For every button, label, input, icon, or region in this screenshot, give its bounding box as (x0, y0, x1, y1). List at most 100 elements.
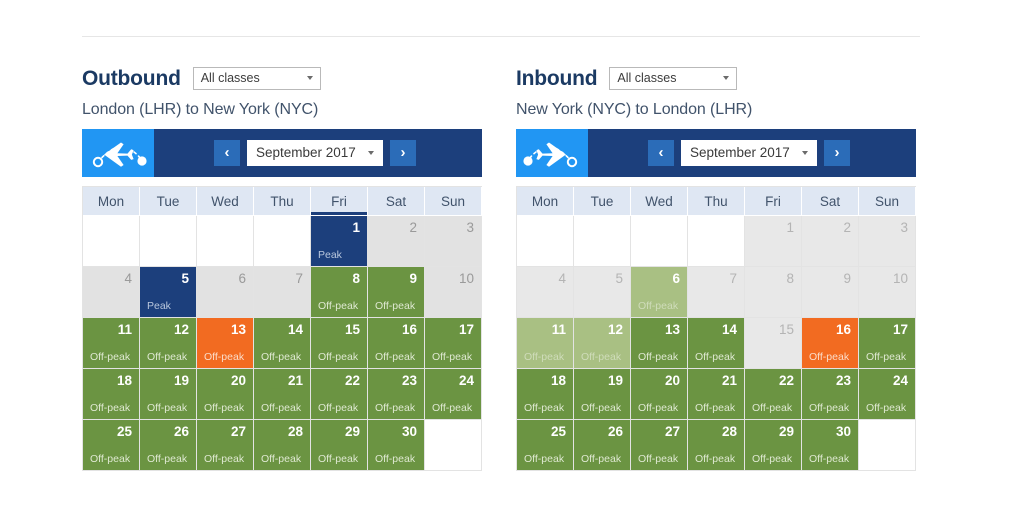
day-number: 25 (116, 424, 132, 439)
fare-tag: Off-peak (866, 350, 907, 363)
route-label-outbound: London (LHR) to New York (NYC) (82, 101, 319, 118)
day-cell-10[interactable]: 10 (425, 267, 482, 318)
day-cell-30[interactable]: 30 Off-peak (802, 420, 859, 471)
day-cell-29[interactable]: 29 Off-peak (745, 420, 802, 471)
prev-month-button[interactable]: ‹ (648, 140, 674, 166)
day-cell-28[interactable]: 28 Off-peak (688, 420, 745, 471)
day-cell-2[interactable]: 2 (368, 216, 425, 267)
day-cell-15[interactable]: 15 (745, 318, 802, 369)
fare-tag: Off-peak (90, 401, 131, 414)
day-cell-13[interactable]: 13 Off-peak (197, 318, 254, 369)
day-cell-20[interactable]: 20 Off-peak (197, 369, 254, 420)
day-cell-8[interactable]: 8 (745, 267, 802, 318)
day-cell-1[interactable]: 1 (745, 216, 802, 267)
chevron-down-icon (306, 76, 313, 80)
day-cell-22[interactable]: 22 Off-peak (745, 369, 802, 420)
day-cell-13[interactable]: 13 Off-peak (631, 318, 688, 369)
day-cell-16[interactable]: 16 Off-peak (368, 318, 425, 369)
day-cell-18[interactable]: 18 Off-peak (517, 369, 574, 420)
day-cell-25[interactable]: 25 Off-peak (517, 420, 574, 471)
day-cell-23[interactable]: 23 Off-peak (368, 369, 425, 420)
dow-header-sun: Sun (859, 187, 916, 216)
day-number: 17 (458, 322, 474, 337)
fare-tag: Off-peak (524, 452, 565, 465)
day-cell-24[interactable]: 24 Off-peak (425, 369, 482, 420)
day-cell-16[interactable]: 16 Off-peak (802, 318, 859, 369)
day-number: 4 (124, 271, 132, 286)
day-cell-21[interactable]: 21 Off-peak (688, 369, 745, 420)
calendar-outbound: Mon Tue Wed Thu Fri Sat Sun 1 Peak 2 3 4 5 Peak 6 7 8 Off… (82, 186, 482, 471)
day-cell-30[interactable]: 30 Off-peak (368, 420, 425, 471)
prev-month-button[interactable]: ‹ (214, 140, 240, 166)
day-number: 17 (892, 322, 908, 337)
day-cell-22[interactable]: 22 Off-peak (311, 369, 368, 420)
day-cell-29[interactable]: 29 Off-peak (311, 420, 368, 471)
day-cell-4[interactable]: 4 (517, 267, 574, 318)
day-cell-9[interactable]: 9 Off-peak (368, 267, 425, 318)
day-cell-23[interactable]: 23 Off-peak (802, 369, 859, 420)
day-cell-10[interactable]: 10 (859, 267, 916, 318)
day-cell-7[interactable]: 7 (688, 267, 745, 318)
fare-tag: Off-peak (90, 350, 131, 363)
day-cell-empty (688, 216, 745, 267)
panel-header-outbound: Outbound All classes (82, 64, 482, 92)
day-cell-27[interactable]: 27 Off-peak (197, 420, 254, 471)
fare-tag: Off-peak (375, 452, 416, 465)
day-cell-17[interactable]: 17 Off-peak (425, 318, 482, 369)
calendar-week-row: 1 2 3 (517, 216, 916, 267)
day-cell-1[interactable]: 1 Peak (311, 216, 368, 267)
class-select-inbound[interactable]: All classes (609, 66, 738, 90)
fare-tag: Off-peak (204, 452, 245, 465)
day-cell-19[interactable]: 19 Off-peak (574, 369, 631, 420)
dow-header-tue: Tue (140, 187, 197, 216)
day-cell-12[interactable]: 12 Off-peak (574, 318, 631, 369)
day-cell-6[interactable]: 6 Off-peak (631, 267, 688, 318)
day-cell-12[interactable]: 12 Off-peak (140, 318, 197, 369)
day-cell-7[interactable]: 7 (254, 267, 311, 318)
day-cell-11[interactable]: 11 Off-peak (83, 318, 140, 369)
day-cell-2[interactable]: 2 (802, 216, 859, 267)
day-cell-5[interactable]: 5 Peak (140, 267, 197, 318)
day-number: 14 (287, 322, 303, 337)
fare-tag: Off-peak (375, 401, 416, 414)
day-number: 16 (835, 322, 851, 337)
day-cell-25[interactable]: 25 Off-peak (83, 420, 140, 471)
panel-title-inbound: Inbound (516, 66, 598, 90)
day-cell-21[interactable]: 21 Off-peak (254, 369, 311, 420)
fare-tag: Off-peak (581, 350, 622, 363)
day-cell-8[interactable]: 8 Off-peak (311, 267, 368, 318)
day-cell-5[interactable]: 5 (574, 267, 631, 318)
day-cell-9[interactable]: 9 (802, 267, 859, 318)
panel-outbound: Outbound All classes London (LHR) to New Y… (82, 64, 482, 471)
calendar-dow-row: Mon Tue Wed Thu Fri Sat Sun (83, 187, 482, 216)
day-cell-11[interactable]: 11 Off-peak (517, 318, 574, 369)
day-cell-3[interactable]: 3 (859, 216, 916, 267)
class-select-outbound[interactable]: All classes (192, 66, 321, 90)
day-cell-24[interactable]: 24 Off-peak (859, 369, 916, 420)
month-select-outbound[interactable]: September 2017 (247, 140, 383, 166)
day-cell-19[interactable]: 19 Off-peak (140, 369, 197, 420)
next-month-button[interactable]: › (390, 140, 416, 166)
dow-header-mon: Mon (517, 187, 574, 216)
day-number: 1 (786, 220, 794, 235)
dow-header-wed: Wed (631, 187, 688, 216)
day-cell-14[interactable]: 14 Off-peak (688, 318, 745, 369)
day-number: 21 (721, 373, 737, 388)
day-cell-17[interactable]: 17 Off-peak (859, 318, 916, 369)
day-cell-26[interactable]: 26 Off-peak (140, 420, 197, 471)
day-cell-4[interactable]: 4 (83, 267, 140, 318)
fare-tag: Off-peak (318, 401, 359, 414)
calendar-week-row: 18 Off-peak 19 Off-peak 20 Off-peak 21 Off-peak… (517, 369, 916, 420)
month-select-inbound[interactable]: September 2017 (681, 140, 817, 166)
day-cell-28[interactable]: 28 Off-peak (254, 420, 311, 471)
day-cell-26[interactable]: 26 Off-peak (574, 420, 631, 471)
fare-tag: Off-peak (524, 350, 565, 363)
day-cell-6[interactable]: 6 (197, 267, 254, 318)
day-cell-3[interactable]: 3 (425, 216, 482, 267)
next-month-button[interactable]: › (824, 140, 850, 166)
day-cell-20[interactable]: 20 Off-peak (631, 369, 688, 420)
day-cell-14[interactable]: 14 Off-peak (254, 318, 311, 369)
day-cell-27[interactable]: 27 Off-peak (631, 420, 688, 471)
day-cell-18[interactable]: 18 Off-peak (83, 369, 140, 420)
day-cell-15[interactable]: 15 Off-peak (311, 318, 368, 369)
